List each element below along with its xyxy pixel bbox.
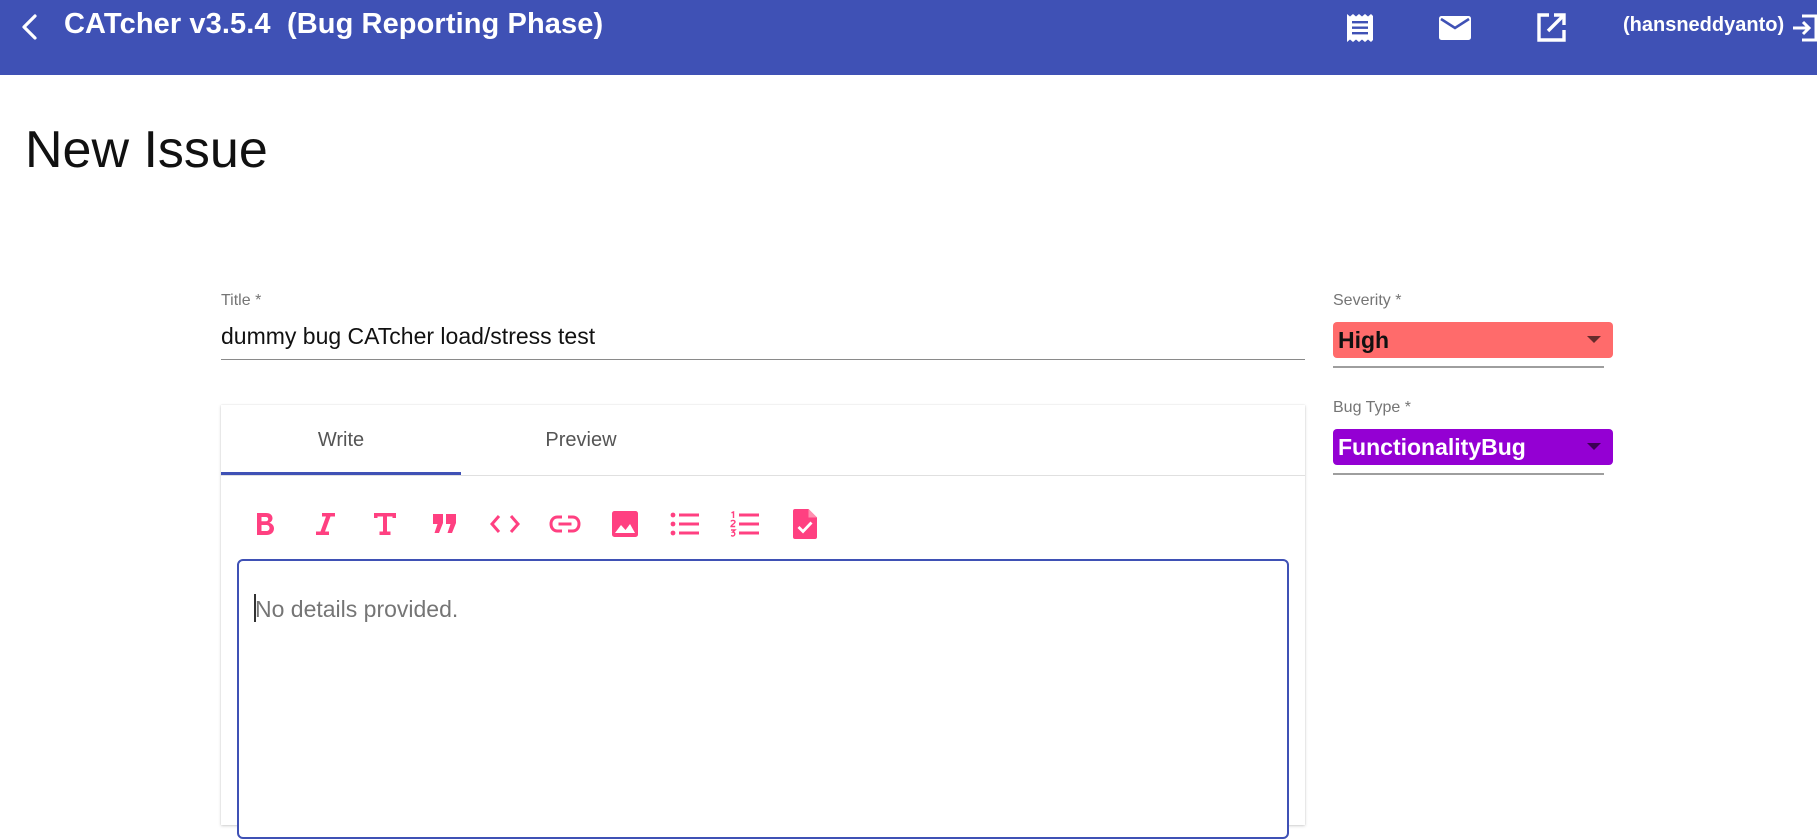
severity-value: High xyxy=(1338,326,1390,353)
italic-icon xyxy=(316,513,335,535)
bug-type-value: FunctionalityBug xyxy=(1338,433,1526,460)
mail-button[interactable] xyxy=(1436,10,1474,46)
quote-icon xyxy=(433,514,456,533)
bug-type-label: Bug Type * xyxy=(1333,399,1411,416)
image-icon xyxy=(612,511,638,537)
active-tab-indicator xyxy=(221,472,461,475)
chevron-down-icon xyxy=(1587,336,1601,343)
link-icon xyxy=(549,515,581,533)
numbered-list-button[interactable] xyxy=(725,504,765,544)
link-button[interactable] xyxy=(545,504,585,544)
bold-button[interactable] xyxy=(245,504,285,544)
bug-type-underline xyxy=(1333,473,1604,475)
app-toolbar: CATcher v3.5.4 (Bug Reporting Phase) (ha… xyxy=(0,0,1817,75)
logout-icon xyxy=(1793,14,1817,42)
app-title: CATcher v3.5.4 (Bug Reporting Phase) xyxy=(64,8,604,40)
task-list-icon xyxy=(793,509,817,539)
severity-label: Severity * xyxy=(1333,292,1402,309)
back-arrow-icon xyxy=(22,14,37,40)
page-title: New Issue xyxy=(25,121,268,179)
description-editor: Write Preview xyxy=(221,405,1305,839)
title-label: Title * xyxy=(221,292,262,309)
receipt-icon xyxy=(1347,14,1373,42)
heading-button[interactable] xyxy=(365,504,405,544)
severity-select[interactable]: High xyxy=(1333,322,1613,358)
open-external-button[interactable] xyxy=(1532,10,1570,46)
back-button[interactable] xyxy=(12,10,46,44)
text-caret xyxy=(254,594,256,622)
tab-preview[interactable]: Preview xyxy=(461,405,701,476)
logout-button[interactable] xyxy=(1790,12,1817,44)
receipt-button[interactable] xyxy=(1341,10,1379,46)
bulleted-list-button[interactable] xyxy=(665,504,705,544)
bug-type-select[interactable]: FunctionalityBug xyxy=(1333,429,1613,465)
tab-write[interactable]: Write xyxy=(221,405,461,476)
title-input[interactable] xyxy=(221,320,1305,360)
image-button[interactable] xyxy=(605,504,645,544)
heading-icon xyxy=(374,513,396,535)
code-button[interactable] xyxy=(485,504,525,544)
open-in-new-icon xyxy=(1537,13,1566,42)
bold-icon xyxy=(257,513,274,535)
quote-button[interactable] xyxy=(425,504,465,544)
user-name: (hansneddyanto) xyxy=(1623,14,1785,36)
task-list-button[interactable] xyxy=(785,504,825,544)
severity-underline xyxy=(1333,366,1604,368)
code-icon xyxy=(490,515,520,533)
mail-icon xyxy=(1439,16,1471,40)
editor-tabs: Write Preview xyxy=(221,405,1305,476)
italic-button[interactable] xyxy=(305,504,345,544)
numbered-list-icon xyxy=(730,511,759,537)
description-textarea[interactable] xyxy=(237,559,1289,839)
chevron-down-icon xyxy=(1587,443,1601,450)
bulleted-list-icon xyxy=(670,512,699,536)
